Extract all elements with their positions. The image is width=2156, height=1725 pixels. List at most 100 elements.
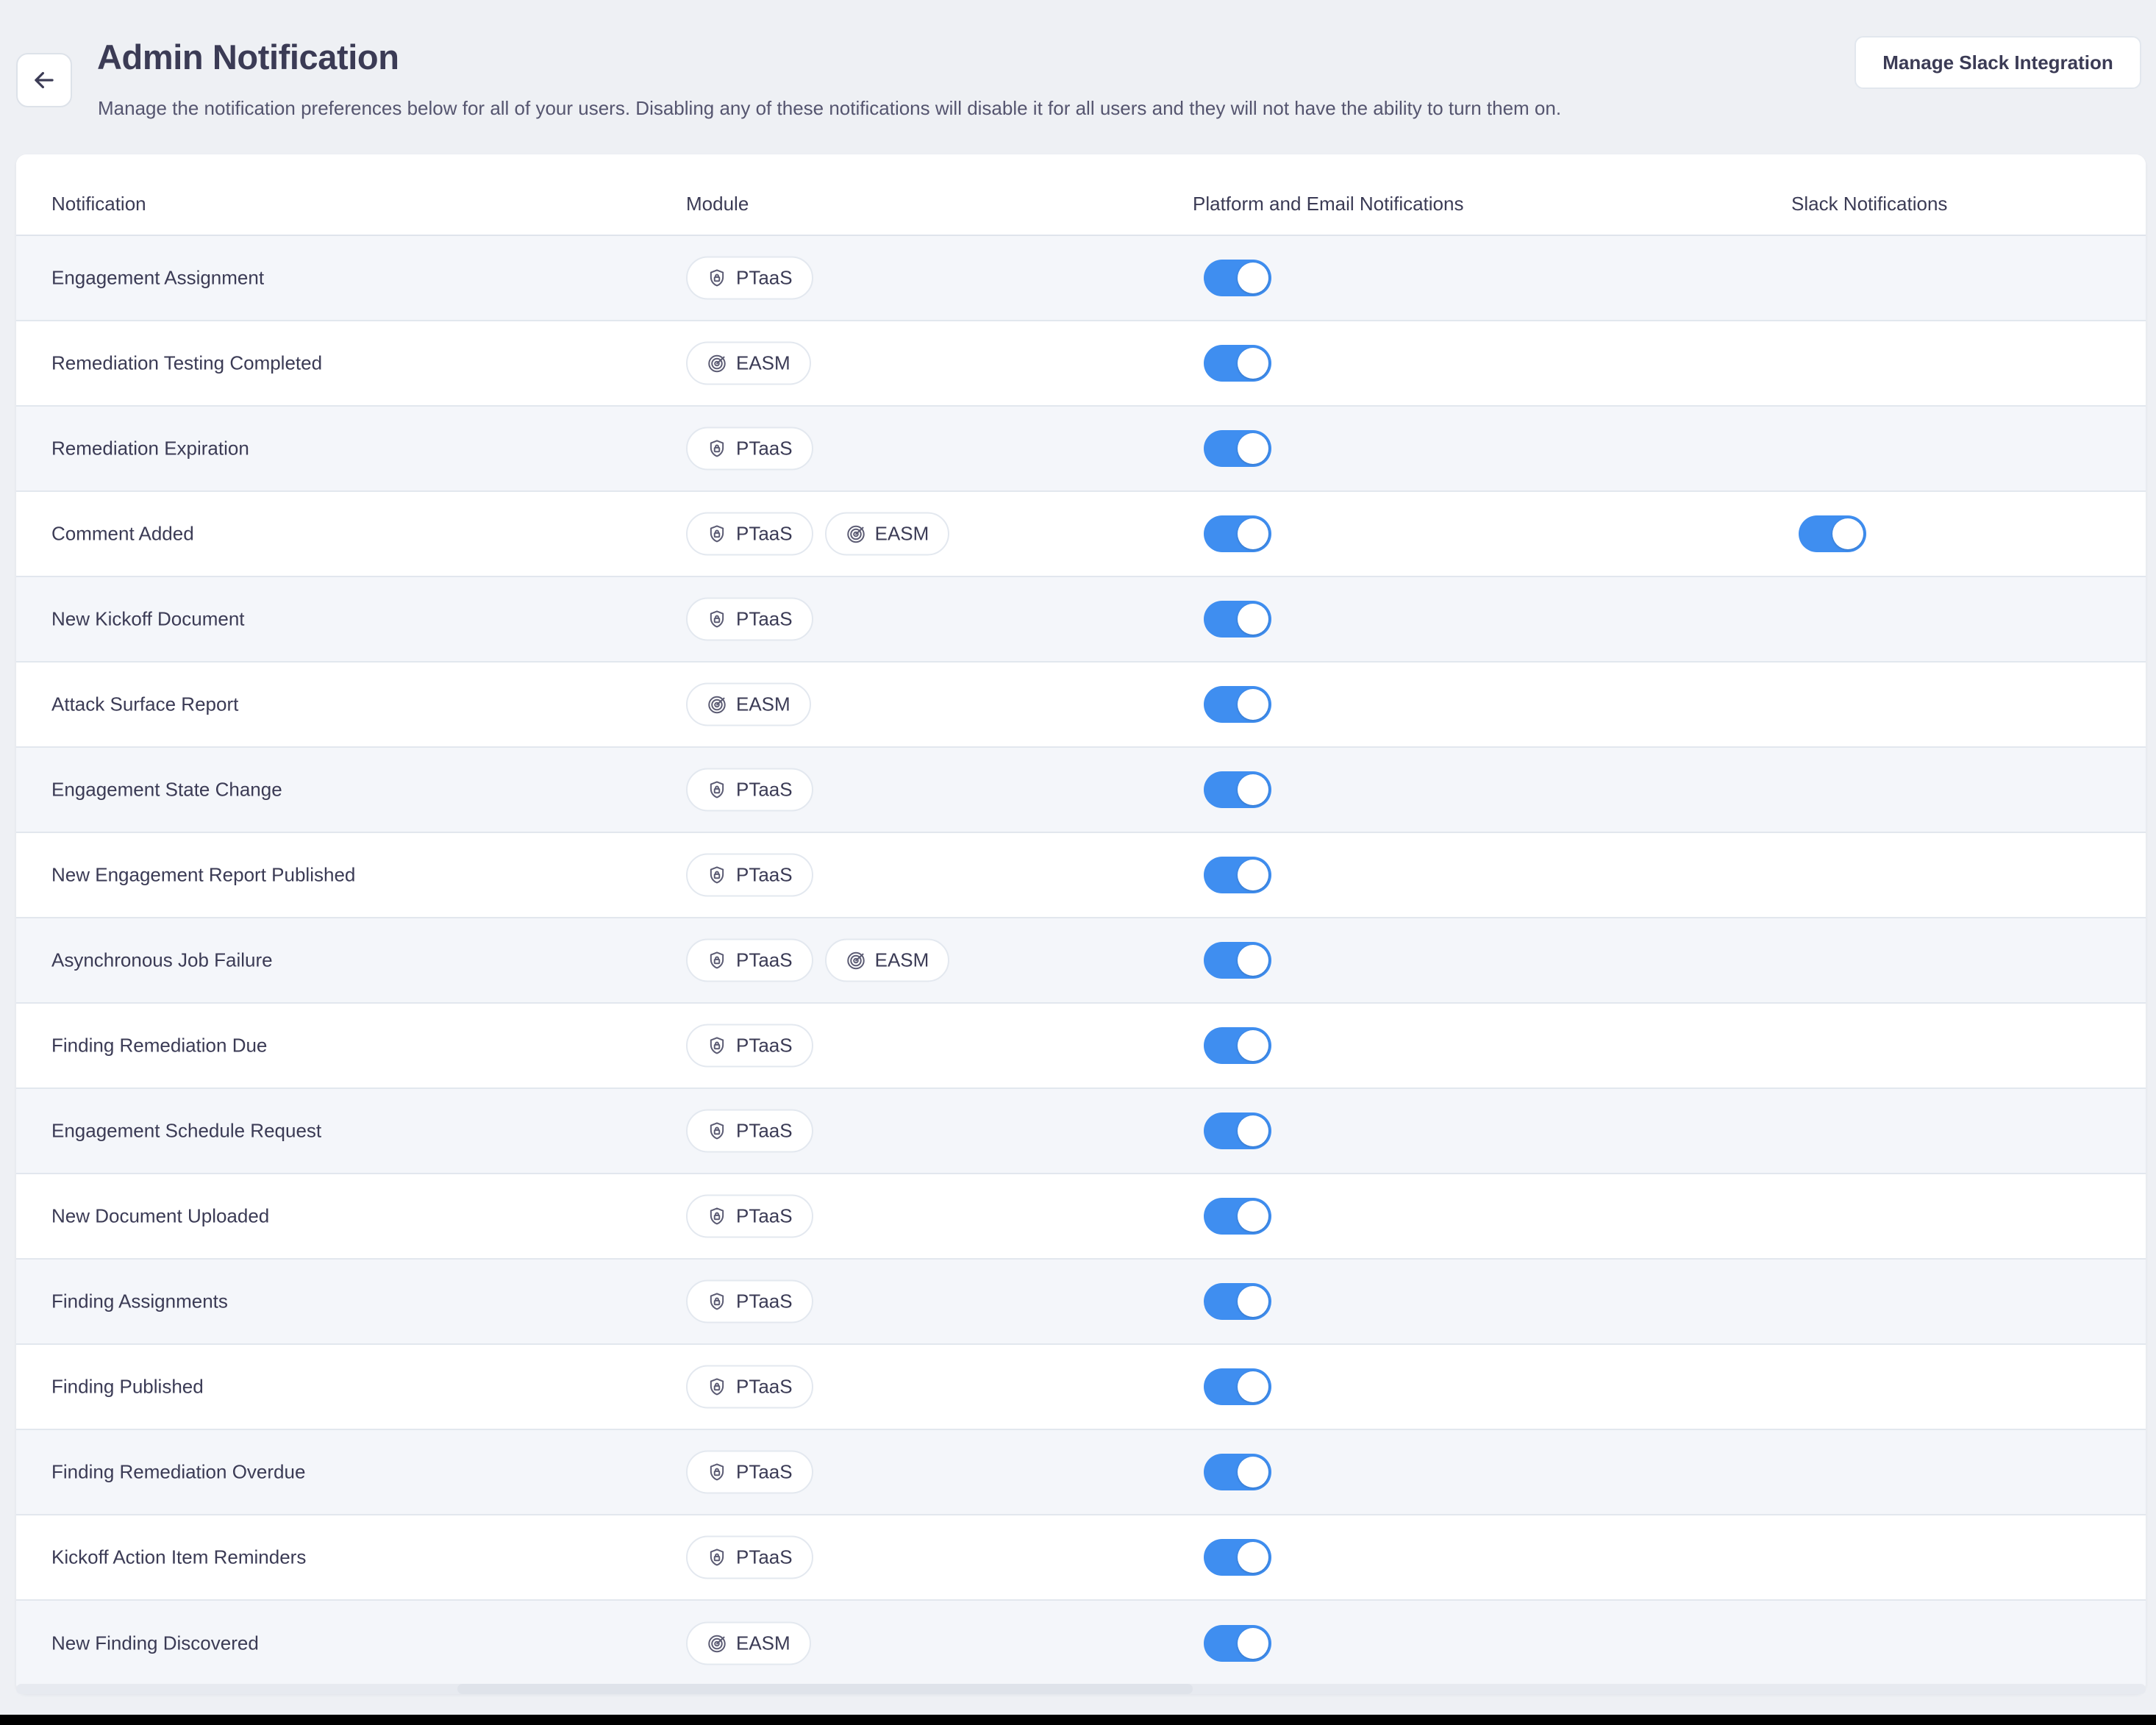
platform-email-notification-toggle[interactable] [1204,1368,1271,1405]
radar-target-icon [846,950,866,971]
manage-slack-integration-button[interactable]: Manage Slack Integration [1855,36,2141,89]
column-header-module: Module [686,193,749,215]
shield-lock-icon [707,1291,727,1312]
platform-email-notification-toggle[interactable] [1204,1112,1271,1149]
platform-email-notification-toggle[interactable] [1204,260,1271,296]
notification-label: Finding Remediation Due [51,1034,268,1057]
platform-email-toggle-cell [1204,686,1271,723]
module-cell: PTaaS EASM [686,938,950,982]
table-row: Asynchronous Job Failure PTaaS EASM [16,918,2146,1004]
module-badge-ptaas: PTaaS [686,1024,813,1068]
toggle-knob [1238,1628,1268,1659]
platform-email-toggle-cell [1204,1027,1271,1064]
shield-lock-icon [707,1547,727,1568]
table-row: New Document Uploaded PTaaS [16,1174,2146,1260]
platform-email-notification-toggle[interactable] [1204,1625,1271,1662]
module-cell: PTaaS [686,1024,813,1068]
shield-lock-icon [707,268,727,288]
platform-email-toggle-cell [1204,515,1271,552]
toggle-knob [1238,262,1268,293]
shield-lock-icon [707,950,727,971]
shield-lock-icon [707,1206,727,1226]
horizontal-scrollbar-thumb[interactable] [457,1684,1193,1694]
platform-email-notification-toggle[interactable] [1204,601,1271,638]
module-badge-ptaas: PTaaS [686,426,813,471]
table-row: Engagement Schedule Request PTaaS [16,1089,2146,1174]
module-cell: PTaaS [686,1194,813,1238]
toggle-knob [1238,348,1268,379]
notification-label: Finding Remediation Overdue [51,1460,306,1483]
platform-email-notification-toggle[interactable] [1204,942,1271,979]
module-badge-label: PTaaS [736,522,793,545]
radar-target-icon [707,694,727,715]
platform-email-notification-toggle[interactable] [1204,771,1271,808]
platform-email-toggle-cell [1204,1539,1271,1576]
module-badge-easm: EASM [824,512,950,556]
module-badge-label: EASM [874,522,929,545]
table-row: New Finding Discovered EASM [16,1601,2146,1686]
platform-email-notification-toggle[interactable] [1204,345,1271,382]
platform-email-toggle-cell [1204,1625,1271,1662]
column-header-platform-email-notifications: Platform and Email Notifications [1193,193,1464,215]
platform-email-toggle-cell [1204,1454,1271,1490]
radar-target-icon [707,1633,727,1654]
table-row: Comment Added PTaaS EASM [16,492,2146,577]
module-badge-ptaas: PTaaS [686,1109,813,1153]
radar-target-icon [707,353,727,374]
platform-email-notification-toggle[interactable] [1204,1283,1271,1320]
notification-label: Finding Assignments [51,1290,228,1312]
module-cell: PTaaS [686,597,813,641]
admin-notification-page: Admin Notification Manage the notificati… [0,0,2156,1725]
platform-email-notification-toggle[interactable] [1204,1198,1271,1235]
module-badge-ptaas: PTaaS [686,1450,813,1494]
table-row: Finding Remediation Overdue PTaaS [16,1430,2146,1515]
slack-notification-toggle[interactable] [1799,515,1866,552]
table-row: Finding Remediation Due PTaaS [16,1004,2146,1089]
platform-email-notification-toggle[interactable] [1204,430,1271,467]
table-header-row: Notification Module Platform and Email N… [16,154,2146,236]
table-row: Finding Assignments PTaaS [16,1260,2146,1345]
page-title: Admin Notification [97,38,399,76]
module-cell: PTaaS [686,853,813,897]
table-row: Engagement State Change PTaaS [16,748,2146,833]
toggle-knob [1238,1030,1268,1061]
platform-email-notification-toggle[interactable] [1204,1454,1271,1490]
notification-label: Remediation Testing Completed [51,351,323,374]
toggle-knob [1238,518,1268,549]
back-button[interactable] [16,53,72,107]
module-badge-label: PTaaS [736,1034,793,1057]
platform-email-notification-toggle[interactable] [1204,1539,1271,1576]
module-badge-label: PTaaS [736,1460,793,1483]
module-cell: PTaaS EASM [686,512,950,556]
platform-email-toggle-cell [1204,771,1271,808]
platform-email-toggle-cell [1204,1368,1271,1405]
module-badge-ptaas: PTaaS [686,512,813,556]
column-header-notification: Notification [51,193,146,215]
module-cell: PTaaS [686,1450,813,1494]
notification-label: New Engagement Report Published [51,863,356,886]
table-row: Kickoff Action Item Reminders PTaaS [16,1515,2146,1601]
module-badge-label: EASM [736,1632,790,1654]
platform-email-toggle-cell [1204,601,1271,638]
module-cell: PTaaS [686,1279,813,1324]
module-badge-ptaas: PTaaS [686,853,813,897]
module-badge-ptaas: PTaaS [686,1535,813,1579]
notification-label: Attack Surface Report [51,693,239,715]
module-cell: EASM [686,1621,811,1665]
notification-label: Engagement Assignment [51,266,265,289]
platform-email-notification-toggle[interactable] [1204,857,1271,893]
module-badge-ptaas: PTaaS [686,256,813,300]
slack-toggle-cell [1799,515,1866,552]
platform-email-toggle-cell [1204,1198,1271,1235]
table-row: Engagement Assignment PTaaS [16,236,2146,321]
module-badge-ptaas: PTaaS [686,597,813,641]
module-badge-label: PTaaS [736,778,793,801]
horizontal-scrollbar[interactable] [16,1684,2146,1694]
platform-email-notification-toggle[interactable] [1204,686,1271,723]
notification-label: Engagement Schedule Request [51,1119,322,1142]
platform-email-notification-toggle[interactable] [1204,1027,1271,1064]
platform-email-toggle-cell [1204,260,1271,296]
module-badge-label: PTaaS [736,437,793,460]
module-badge-label: PTaaS [736,1119,793,1142]
platform-email-notification-toggle[interactable] [1204,515,1271,552]
